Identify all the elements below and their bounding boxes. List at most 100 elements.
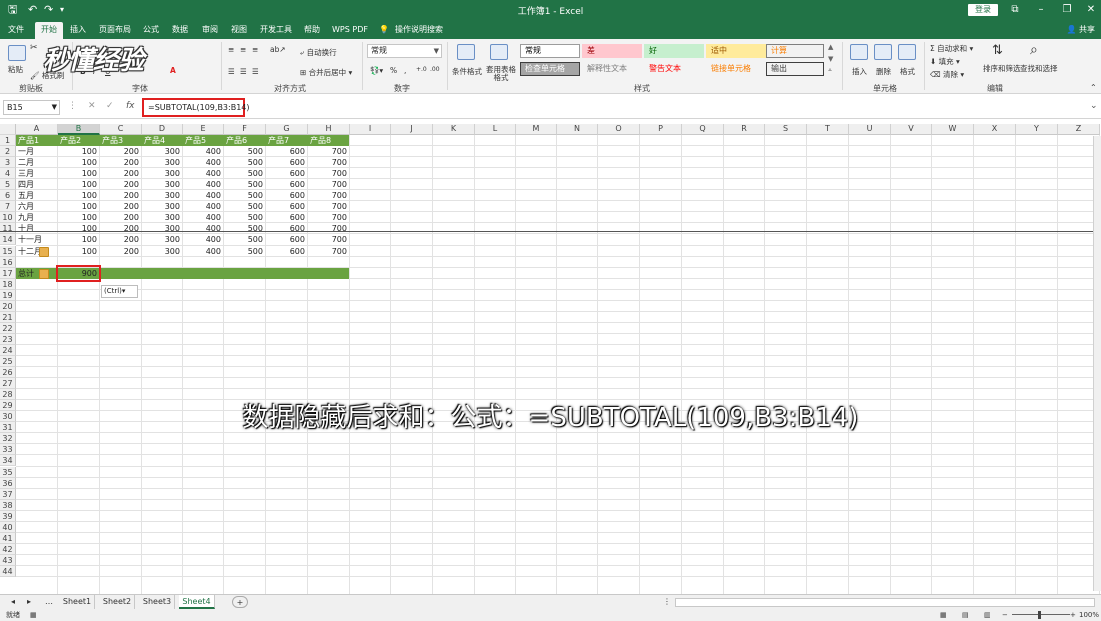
data-cell[interactable]: 700 — [308, 157, 349, 168]
split-handle-icon[interactable]: ⋮ — [662, 595, 672, 609]
header-cell[interactable]: 产品2 — [58, 135, 99, 146]
font-color-icon[interactable]: A — [170, 66, 176, 75]
percent-button[interactable]: % — [390, 66, 397, 75]
autosum-button[interactable]: Σ 自动求和 ▾ — [930, 43, 973, 54]
paste-options-button[interactable]: (Ctrl)▾ — [101, 285, 138, 298]
data-cell[interactable]: 五月 — [16, 190, 57, 201]
row-header[interactable]: 20 — [0, 300, 16, 312]
data-cell[interactable]: 500 — [224, 146, 265, 157]
data-cell[interactable]: 200 — [100, 168, 141, 179]
row-header[interactable]: 5 — [0, 179, 16, 191]
header-cell[interactable]: 产品3 — [100, 135, 141, 146]
column-header[interactable]: E — [183, 124, 224, 135]
data-cell[interactable]: 300 — [142, 146, 182, 157]
tab-review[interactable]: 审阅 — [198, 22, 222, 39]
data-cell[interactable]: 600 — [266, 212, 307, 223]
row-header[interactable]: 39 — [0, 510, 16, 522]
data-cell[interactable]: 200 — [100, 146, 141, 157]
row-header[interactable]: 1 — [0, 135, 16, 147]
column-header[interactable]: J — [391, 124, 433, 135]
row-header[interactable]: 10 — [0, 212, 16, 224]
align-middle-icon[interactable]: ≡ — [240, 45, 246, 54]
column-header[interactable]: X — [974, 124, 1016, 135]
number-format-select[interactable]: 常规 ▼ — [367, 44, 442, 58]
data-cell[interactable]: 700 — [308, 223, 349, 234]
table-format-label[interactable]: 套用表格格式 — [484, 66, 518, 82]
data-cell[interactable]: 十一月 — [16, 234, 57, 245]
cell-style-option[interactable]: 差 — [582, 44, 642, 58]
column-header[interactable]: Y — [1016, 124, 1058, 135]
row-header[interactable]: 27 — [0, 378, 16, 390]
cell-style-option[interactable]: 检查单元格 — [520, 62, 580, 76]
align-right-icon[interactable]: ☰ — [252, 67, 259, 76]
horizontal-scrollbar[interactable] — [675, 598, 1095, 607]
data-cell[interactable]: 100 — [58, 168, 99, 179]
table-format-icon[interactable] — [490, 44, 508, 60]
enter-icon[interactable]: ✓ — [106, 101, 114, 111]
column-header[interactable]: B — [58, 124, 100, 135]
data-cell[interactable]: 400 — [183, 234, 223, 245]
cell-style-option[interactable]: 警告文本 — [644, 62, 704, 76]
sort-filter-label[interactable]: 排序和筛选 — [983, 63, 1021, 74]
total-label-cell[interactable]: 总计 — [16, 268, 57, 279]
row-header[interactable]: 44 — [0, 565, 16, 577]
data-cell[interactable]: 300 — [142, 212, 182, 223]
data-cell[interactable]: 600 — [266, 223, 307, 234]
row-header[interactable]: 35 — [0, 466, 16, 478]
header-cell[interactable]: 产品5 — [183, 135, 223, 146]
clear-button[interactable]: ⌫ 清除 ▾ — [930, 69, 964, 80]
data-cell[interactable]: 200 — [100, 234, 141, 245]
tab-view[interactable]: 视图 — [227, 22, 251, 39]
data-cell[interactable]: 100 — [58, 146, 99, 157]
data-cell[interactable]: 400 — [183, 212, 223, 223]
data-cell[interactable]: 200 — [100, 201, 141, 212]
data-cell[interactable]: 600 — [266, 190, 307, 201]
data-cell[interactable]: 700 — [308, 146, 349, 157]
insert-cells-icon[interactable] — [850, 44, 868, 60]
row-header[interactable]: 25 — [0, 356, 16, 368]
row-header[interactable]: 11 — [0, 223, 16, 235]
column-header[interactable]: H — [308, 124, 350, 135]
scroll-sheets-right-icon[interactable]: ▸ — [22, 595, 36, 609]
data-cell[interactable]: 100 — [58, 223, 99, 234]
column-header[interactable]: Z — [1058, 124, 1100, 135]
add-sheet-button[interactable]: + — [232, 596, 248, 608]
data-cell[interactable]: 100 — [58, 234, 99, 245]
data-cell[interactable]: 200 — [100, 190, 141, 201]
login-button[interactable]: 登录 — [968, 4, 998, 16]
row-header[interactable]: 37 — [0, 488, 16, 500]
data-cell[interactable]: 200 — [100, 223, 141, 234]
fill-button[interactable]: ⬇ 填充 ▾ — [930, 56, 960, 67]
data-cell[interactable]: 500 — [224, 246, 265, 257]
selected-cell-highlight[interactable] — [56, 264, 101, 282]
column-header[interactable]: W — [932, 124, 974, 135]
data-cell[interactable]: 十月 — [16, 223, 57, 234]
data-cell[interactable]: 300 — [142, 246, 182, 257]
column-header[interactable]: V — [891, 124, 932, 135]
increase-decimal-icon[interactable]: +.0 — [416, 66, 427, 73]
conditional-format-icon[interactable] — [457, 44, 475, 60]
ribbon-display-options-icon[interactable]: ⧉ — [1004, 2, 1026, 18]
gallery-more-icon[interactable]: ⩡ — [828, 66, 832, 75]
restore-button[interactable]: ❐ — [1056, 2, 1078, 18]
data-cell[interactable]: 400 — [183, 179, 223, 190]
column-header[interactable]: D — [142, 124, 183, 135]
data-cell[interactable]: 400 — [183, 223, 223, 234]
sheet-tab-3[interactable]: Sheet3 — [140, 595, 175, 609]
scroll-sheets-left-icon[interactable]: ◂ — [6, 595, 20, 609]
select-all-corner[interactable] — [0, 124, 16, 135]
data-cell[interactable]: 700 — [308, 168, 349, 179]
data-cell[interactable]: 400 — [183, 157, 223, 168]
data-cell[interactable]: 300 — [142, 168, 182, 179]
data-cell[interactable]: 300 — [142, 201, 182, 212]
data-cell[interactable]: 400 — [183, 168, 223, 179]
zoom-slider-thumb[interactable] — [1038, 611, 1041, 619]
data-cell[interactable]: 600 — [266, 246, 307, 257]
autofill-options-icon[interactable] — [39, 246, 49, 257]
tab-wps-pdf[interactable]: WPS PDF — [330, 22, 370, 39]
data-cell[interactable]: 一月 — [16, 146, 57, 157]
data-cell[interactable]: 100 — [58, 246, 99, 257]
expand-formula-bar-icon[interactable]: ⌄ — [1090, 101, 1098, 111]
row-header[interactable]: 40 — [0, 521, 16, 533]
conditional-format-label[interactable]: 条件格式 — [452, 66, 482, 77]
